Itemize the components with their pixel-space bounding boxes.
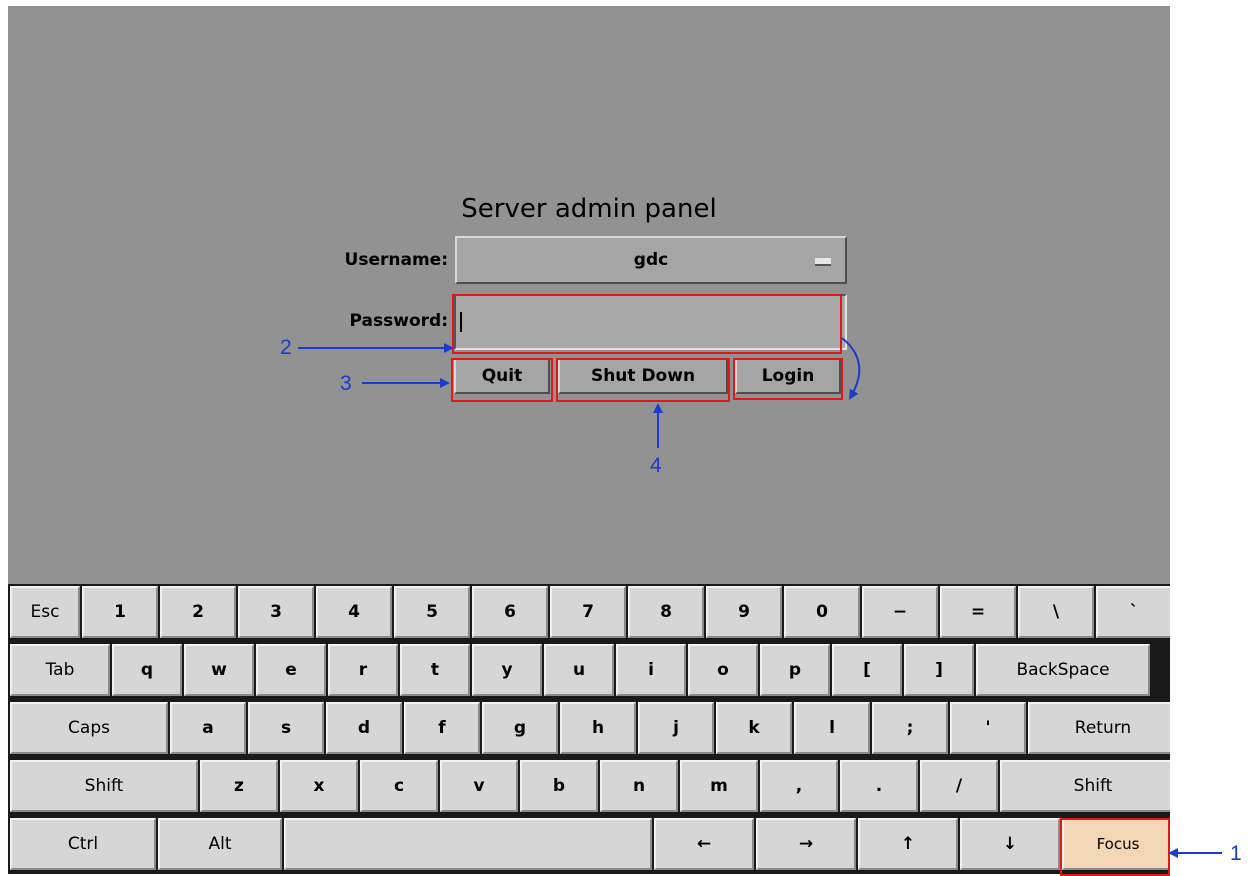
key-esc[interactable]: Esc xyxy=(10,586,80,638)
key-backtick[interactable]: ` xyxy=(1096,586,1170,638)
key-n[interactable]: n xyxy=(600,760,678,812)
key-a[interactable]: a xyxy=(170,702,246,754)
key-slash[interactable]: / xyxy=(920,760,998,812)
key-semicolon[interactable]: ; xyxy=(872,702,948,754)
key-left-bracket[interactable]: [ xyxy=(832,644,902,696)
key-alt[interactable]: Alt xyxy=(158,818,282,870)
key-caps[interactable]: Caps xyxy=(10,702,168,754)
key-left-arrow[interactable]: ← xyxy=(654,818,754,870)
key-i[interactable]: i xyxy=(616,644,686,696)
key-y[interactable]: y xyxy=(472,644,542,696)
key-s[interactable]: s xyxy=(248,702,324,754)
key-minus[interactable]: − xyxy=(862,586,938,638)
key-z[interactable]: z xyxy=(200,760,278,812)
key-0[interactable]: 0 xyxy=(784,586,860,638)
key-b[interactable]: b xyxy=(520,760,598,812)
password-field[interactable] xyxy=(454,294,847,350)
key-down-arrow[interactable]: ↓ xyxy=(960,818,1060,870)
key-1[interactable]: 1 xyxy=(82,586,158,638)
key-5[interactable]: 5 xyxy=(394,586,470,638)
key-up-arrow[interactable]: ↑ xyxy=(858,818,958,870)
text-cursor-icon xyxy=(460,312,462,332)
key-j[interactable]: j xyxy=(638,702,714,754)
key-2[interactable]: 2 xyxy=(160,586,236,638)
key-e[interactable]: e xyxy=(256,644,326,696)
login-button[interactable]: Login xyxy=(735,358,841,394)
shutdown-button[interactable]: Shut Down xyxy=(558,358,728,394)
key-shift-right[interactable]: Shift xyxy=(1000,760,1170,812)
username-combobox[interactable]: gdc xyxy=(455,236,847,284)
key-d[interactable]: d xyxy=(326,702,402,754)
key-o[interactable]: o xyxy=(688,644,758,696)
key-shift-left[interactable]: Shift xyxy=(10,760,198,812)
key-t[interactable]: t xyxy=(400,644,470,696)
key-8[interactable]: 8 xyxy=(628,586,704,638)
annotation-3: 3 xyxy=(340,372,352,395)
key-w[interactable]: w xyxy=(184,644,254,696)
key-6[interactable]: 6 xyxy=(472,586,548,638)
key-4[interactable]: 4 xyxy=(316,586,392,638)
key-focus[interactable]: Focus xyxy=(1062,818,1170,870)
key-f[interactable]: f xyxy=(404,702,480,754)
key-equals[interactable]: = xyxy=(940,586,1016,638)
key-ctrl[interactable]: Ctrl xyxy=(10,818,156,870)
key-h[interactable]: h xyxy=(560,702,636,754)
key-v[interactable]: v xyxy=(440,760,518,812)
key-tab[interactable]: Tab xyxy=(10,644,110,696)
key-apostrophe[interactable]: ' xyxy=(950,702,1026,754)
key-u[interactable]: u xyxy=(544,644,614,696)
key-comma[interactable]: , xyxy=(760,760,838,812)
quit-button[interactable]: Quit xyxy=(454,358,550,394)
onscreen-keyboard: Esc 1 2 3 4 5 6 7 8 9 0− = \ ` Tab q w e r t y u i o p[] BackSpac… xyxy=(8,584,1170,874)
key-backspace[interactable]: BackSpace xyxy=(976,644,1150,696)
key-7[interactable]: 7 xyxy=(550,586,626,638)
key-space[interactable] xyxy=(284,818,652,870)
key-right-arrow[interactable]: → xyxy=(756,818,856,870)
annotation-2: 2 xyxy=(280,336,292,359)
key-l[interactable]: l xyxy=(794,702,870,754)
key-right-bracket[interactable]: ] xyxy=(904,644,974,696)
key-return[interactable]: Return xyxy=(1028,702,1170,754)
dropdown-grip-icon xyxy=(815,258,831,266)
key-3[interactable]: 3 xyxy=(238,586,314,638)
annotation-4: 4 xyxy=(650,454,662,477)
key-period[interactable]: . xyxy=(840,760,918,812)
key-g[interactable]: g xyxy=(482,702,558,754)
key-x[interactable]: x xyxy=(280,760,358,812)
key-k[interactable]: k xyxy=(716,702,792,754)
page-title: Server admin panel xyxy=(461,194,717,224)
login-screen: Server admin panel Username: gdc Passwor… xyxy=(8,6,1170,874)
key-r[interactable]: r xyxy=(328,644,398,696)
key-p[interactable]: p xyxy=(760,644,830,696)
username-label: Username: xyxy=(344,250,448,270)
key-9[interactable]: 9 xyxy=(706,586,782,638)
password-label: Password: xyxy=(349,311,448,331)
key-backslash[interactable]: \ xyxy=(1018,586,1094,638)
username-value: gdc xyxy=(633,250,669,270)
key-c[interactable]: c xyxy=(360,760,438,812)
key-m[interactable]: m xyxy=(680,760,758,812)
annotation-1: 1 xyxy=(1230,842,1242,865)
key-q[interactable]: q xyxy=(112,644,182,696)
